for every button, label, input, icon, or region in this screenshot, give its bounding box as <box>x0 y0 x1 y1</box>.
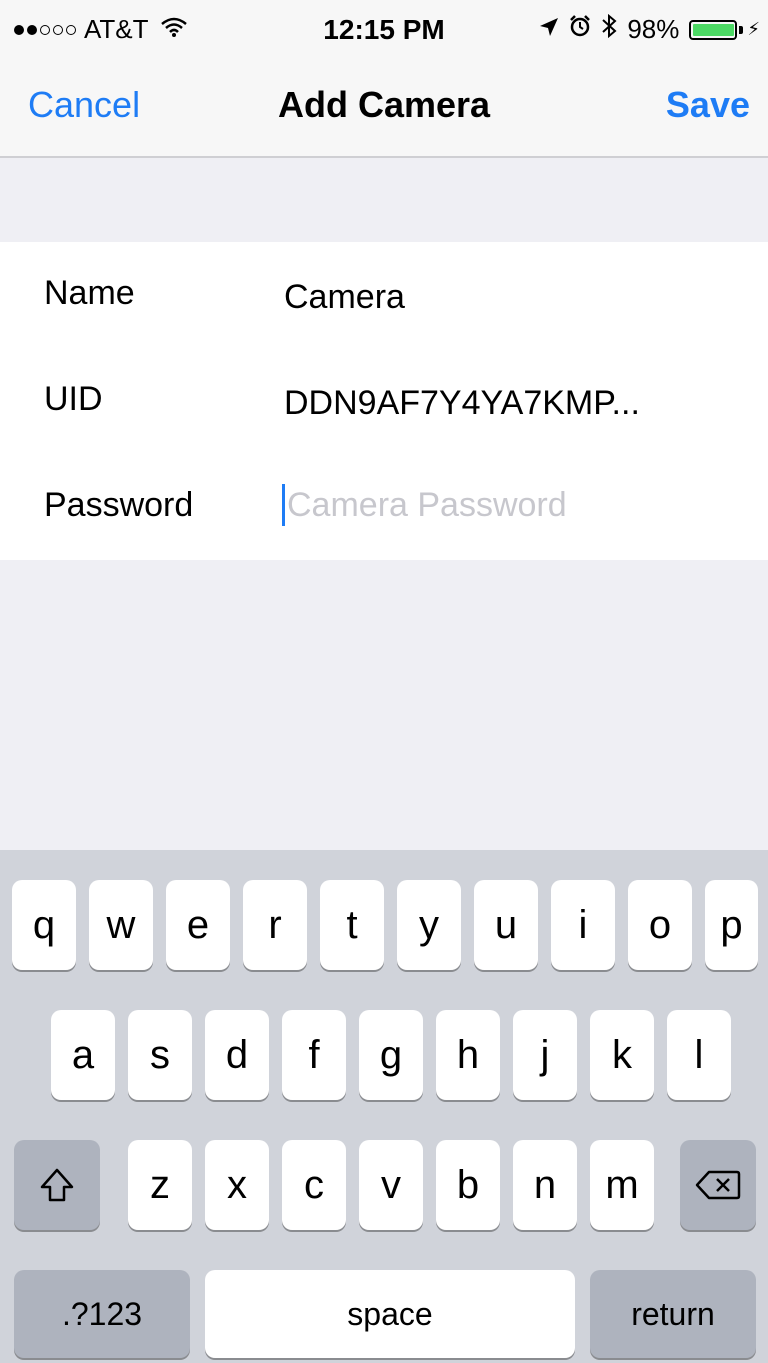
status-bar: AT&T 12:15 PM 98% ⚡ <box>0 0 768 62</box>
key-u[interactable]: u <box>474 880 538 970</box>
text-caret <box>282 484 285 526</box>
key-t[interactable]: t <box>320 880 384 970</box>
name-row[interactable]: Name Camera <box>0 242 768 348</box>
charging-bolt-icon: ⚡ <box>747 19 760 39</box>
key-a[interactable]: a <box>51 1010 115 1100</box>
key-z[interactable]: z <box>128 1140 192 1230</box>
key-d[interactable]: d <box>205 1010 269 1100</box>
shift-key[interactable] <box>14 1140 100 1230</box>
key-v[interactable]: v <box>359 1140 423 1230</box>
battery-icon <box>689 19 738 40</box>
key-f[interactable]: f <box>282 1010 346 1100</box>
location-arrow-icon <box>539 16 559 44</box>
key-i[interactable]: i <box>551 880 615 970</box>
key-b[interactable]: b <box>436 1140 500 1230</box>
alarm-icon <box>569 15 591 44</box>
password-input-wrap <box>282 484 707 526</box>
password-input[interactable] <box>287 485 707 525</box>
nav-bar: Cancel Add Camera Save <box>0 62 768 158</box>
key-r[interactable]: r <box>243 880 307 970</box>
key-h[interactable]: h <box>436 1010 500 1100</box>
key-k[interactable]: k <box>590 1010 654 1100</box>
numbers-key[interactable]: .?123 <box>14 1270 190 1358</box>
delete-key[interactable] <box>680 1140 756 1230</box>
key-g[interactable]: g <box>359 1010 423 1100</box>
key-n[interactable]: n <box>513 1140 577 1230</box>
uid-label: UID <box>44 380 103 418</box>
keyboard: q w e r t y u i o p a s d f g h j k l z … <box>0 850 768 1363</box>
delete-icon <box>695 1170 741 1200</box>
name-label: Name <box>44 274 135 312</box>
key-y[interactable]: y <box>397 880 461 970</box>
key-l[interactable]: l <box>667 1010 731 1100</box>
camera-form: Name Camera UID DDN9AF7Y4YA7KMP... Passw… <box>0 242 768 560</box>
key-w[interactable]: w <box>89 880 153 970</box>
key-e[interactable]: e <box>166 880 230 970</box>
bluetooth-icon <box>601 13 617 45</box>
key-o[interactable]: o <box>628 880 692 970</box>
password-label: Password <box>44 486 194 524</box>
status-right: 98% ⚡ <box>539 13 760 45</box>
key-p[interactable]: p <box>705 880 758 970</box>
uid-field[interactable]: DDN9AF7Y4YA7KMP... <box>284 384 640 423</box>
shift-icon <box>40 1168 74 1202</box>
key-m[interactable]: m <box>590 1140 654 1230</box>
space-key[interactable]: space <box>205 1270 575 1358</box>
page-title: Add Camera <box>277 84 491 125</box>
key-s[interactable]: s <box>128 1010 192 1100</box>
return-key[interactable]: return <box>590 1270 756 1358</box>
key-x[interactable]: x <box>205 1140 269 1230</box>
name-field[interactable]: Camera <box>284 278 405 317</box>
battery-tip <box>739 25 744 34</box>
key-c[interactable]: c <box>282 1140 346 1230</box>
battery-percent: 98% <box>627 14 680 44</box>
save-button[interactable]: Save <box>666 84 750 126</box>
password-row[interactable]: Password <box>0 454 768 560</box>
key-q[interactable]: q <box>12 880 76 970</box>
key-j[interactable]: j <box>513 1010 577 1100</box>
uid-row[interactable]: UID DDN9AF7Y4YA7KMP... <box>0 348 768 454</box>
